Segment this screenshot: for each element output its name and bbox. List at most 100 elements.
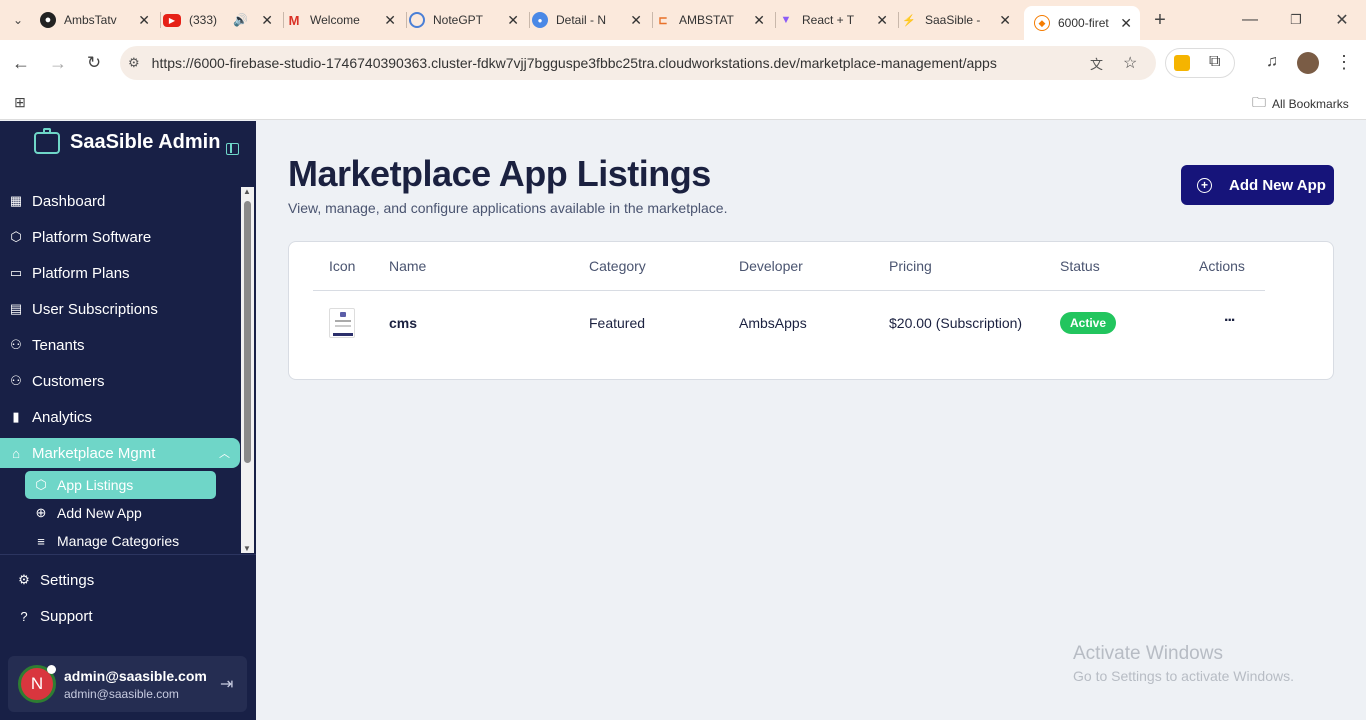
sidebar-item-dashboard[interactable]: ▦ Dashboard xyxy=(0,186,240,216)
sidebar-item-platform-plans[interactable]: ▭ Platform Plans xyxy=(0,258,240,288)
tab-github[interactable]: ● AmbsTatv ✕ xyxy=(40,6,158,34)
sidebar-item-platform-software[interactable]: ⬡ Platform Software xyxy=(0,222,240,252)
close-icon[interactable]: ✕ xyxy=(630,12,642,29)
plus-circle-icon: + xyxy=(1197,177,1212,193)
tab-youtube[interactable]: ▶ (333) 🔊 ✕ xyxy=(163,6,281,34)
firebase-studio-icon: ◆ xyxy=(1034,15,1050,31)
gear-icon: ⚙ xyxy=(18,572,30,587)
close-icon[interactable]: ✕ xyxy=(876,12,888,29)
sidebar-divider xyxy=(0,554,256,555)
col-header-actions: Actions xyxy=(1199,258,1245,274)
close-icon[interactable]: ✕ xyxy=(138,12,150,29)
tab-ambstat[interactable]: ⊏ AMBSTAT ✕ xyxy=(655,6,773,34)
tab-react[interactable]: ▼ React + T ✕ xyxy=(778,6,896,34)
app-thumbnail xyxy=(329,308,355,338)
close-icon[interactable]: ✕ xyxy=(753,12,765,29)
close-icon[interactable]: ✕ xyxy=(507,12,519,29)
sidebar-item-marketplace-mgmt[interactable]: ⌂ Marketplace Mgmt ︿ xyxy=(0,438,240,468)
sidebar-subitem-add-new-app[interactable]: ⊕ Add New App xyxy=(25,499,216,527)
scrollbar-thumb[interactable] xyxy=(244,201,251,463)
close-icon[interactable]: ✕ xyxy=(261,12,273,29)
dashboard-icon: ▦ xyxy=(9,193,23,208)
close-icon[interactable]: ✕ xyxy=(384,12,396,29)
address-bar[interactable]: ⚙ https://6000-firebase-studio-174674039… xyxy=(120,46,1156,80)
tab-active[interactable]: ◆ 6000-firet ✕ xyxy=(1024,6,1140,40)
user-name: admin@saasible.com xyxy=(64,668,207,684)
sidebar-item-tenants[interactable]: ⚇ Tenants xyxy=(0,330,240,360)
tab-notegpt[interactable]: NoteGPT ✕ xyxy=(409,6,527,34)
store-icon: ⌂ xyxy=(12,445,20,461)
logout-icon[interactable]: ⇥ xyxy=(220,674,233,694)
brand: SaaSible Admin xyxy=(34,127,220,154)
reload-icon[interactable]: ↻ xyxy=(83,52,105,74)
header-divider xyxy=(313,290,1265,291)
site-info-icon[interactable]: ⚙ xyxy=(128,55,140,71)
sidebar-item-support[interactable]: ? Support xyxy=(8,601,248,631)
help-icon: ? xyxy=(20,608,28,624)
tab-search-icon[interactable]: ⌄ xyxy=(8,10,28,30)
github-icon: ● xyxy=(40,12,56,28)
package-icon: ⬡ xyxy=(10,229,22,244)
notegpt-icon xyxy=(409,12,425,28)
new-tab-icon[interactable]: + xyxy=(1150,9,1170,31)
chrome-icon: ● xyxy=(532,12,548,28)
user-card[interactable]: N admin@saasible.com admin@saasible.com … xyxy=(8,656,247,712)
sidebar-item-user-subscriptions[interactable]: ▤ User Subscriptions xyxy=(0,294,240,324)
firebase-icon: ⚡ xyxy=(902,14,916,27)
sidebar-item-settings[interactable]: ⚙ Settings xyxy=(8,565,248,595)
speaker-icon[interactable]: 🔊 xyxy=(233,13,248,27)
user-email: admin@saasible.com xyxy=(64,687,179,701)
app-developer: AmbsApps xyxy=(739,315,807,331)
window-close-icon[interactable]: ✕ xyxy=(1332,10,1352,30)
sidebar-subitem-app-listings[interactable]: ⬡ App Listings xyxy=(25,471,216,499)
row-actions-menu-icon[interactable]: ... xyxy=(1224,308,1235,326)
minimize-icon[interactable]: — xyxy=(1240,10,1260,30)
sidebar-item-analytics[interactable]: ▮ Analytics xyxy=(0,402,240,432)
scroll-down-icon[interactable]: ▼ xyxy=(243,544,251,553)
plus-circle-icon: ⊕ xyxy=(35,505,47,520)
col-header-name: Name xyxy=(389,258,427,274)
tab-saasible[interactable]: ⚡ SaaSible - ✕ xyxy=(901,6,1019,34)
gmail-icon: M xyxy=(288,12,300,28)
profile-avatar[interactable] xyxy=(1297,52,1319,74)
sidebar-toggle-icon[interactable] xyxy=(226,143,239,155)
page-subtitle: View, manage, and configure applications… xyxy=(288,200,728,216)
tab-detail[interactable]: ● Detail - N ✕ xyxy=(532,6,650,34)
users-icon: ⚇ xyxy=(10,337,22,352)
card-icon: ▭ xyxy=(9,265,23,280)
online-indicator xyxy=(47,665,56,674)
restore-icon[interactable]: ❐ xyxy=(1286,10,1306,30)
apps-grid-icon[interactable]: ⊞ xyxy=(10,92,30,112)
col-header-icon: Icon xyxy=(329,258,356,274)
scroll-up-icon[interactable]: ▲ xyxy=(243,187,251,196)
sidebar-scrollbar[interactable]: ▲ ▼ xyxy=(241,187,254,553)
add-new-app-button[interactable]: + Add New App xyxy=(1181,165,1334,205)
all-bookmarks[interactable]: 🗀 All Bookmarks xyxy=(1252,92,1349,116)
status-badge: Active xyxy=(1060,312,1117,334)
extensions-group: ⧉ xyxy=(1165,48,1235,78)
extensions-icon[interactable]: ⧉ xyxy=(1209,53,1220,71)
extension-keep-icon[interactable] xyxy=(1174,55,1190,71)
activate-windows-title: Activate Windows xyxy=(1073,643,1223,664)
tab-gmail[interactable]: M Welcome ✕ xyxy=(286,6,404,34)
filter-icon: ≡ xyxy=(37,533,45,549)
subscriptions-icon: ▤ xyxy=(9,301,23,316)
sidebar-subitem-manage-categories[interactable]: ≡ Manage Categories xyxy=(25,527,216,555)
close-icon[interactable]: ✕ xyxy=(1120,15,1132,32)
user-icon: ⚇ xyxy=(10,373,22,388)
bookmark-star-icon[interactable]: ☆ xyxy=(1123,53,1137,73)
activate-windows-subtitle: Go to Settings to activate Windows. xyxy=(1073,668,1294,684)
close-icon[interactable]: ✕ xyxy=(999,12,1011,29)
media-control-icon[interactable]: ♫ xyxy=(1262,52,1282,72)
back-icon[interactable]: ← xyxy=(10,52,32,74)
sidebar-item-customers[interactable]: ⚇ Customers xyxy=(0,366,240,396)
more-menu-icon[interactable]: ⋮ xyxy=(1334,52,1354,72)
vite-icon: ▼ xyxy=(780,14,792,26)
forward-icon[interactable]: → xyxy=(47,52,69,74)
col-header-status: Status xyxy=(1060,258,1100,274)
translate-icon[interactable]: 文 xyxy=(1090,54,1103,73)
browser-toolbar: ← → ↻ ⚙ https://6000-firebase-studio-174… xyxy=(0,40,1366,86)
folder-icon: 🗀 xyxy=(1252,94,1266,110)
main-content: Marketplace App Listings View, manage, a… xyxy=(256,121,1366,720)
chevron-up-icon: ︿ xyxy=(219,448,230,460)
